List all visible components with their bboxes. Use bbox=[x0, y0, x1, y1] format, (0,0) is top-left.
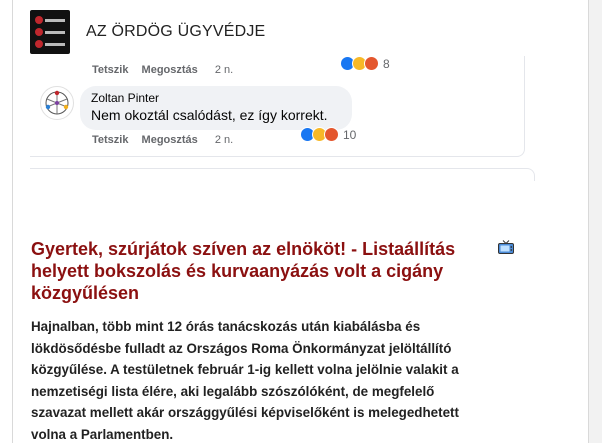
comment-age[interactable]: 2 n. bbox=[215, 134, 233, 146]
reaction-count: 10 bbox=[343, 128, 356, 142]
article-line: közgyűlése. A testületnek február 1-ig k… bbox=[31, 359, 511, 381]
like-link[interactable]: Tetszik bbox=[92, 134, 128, 146]
reaction-summary[interactable]: 10 bbox=[300, 127, 356, 142]
commenter-avatar[interactable] bbox=[40, 86, 74, 120]
article-line: lökdösődésbe fulladt az Országos Roma Ön… bbox=[31, 338, 511, 360]
article-line: nemzetiségi lista élére, aki legalább sz… bbox=[31, 381, 511, 403]
angry-reaction-icon bbox=[324, 127, 339, 142]
scrollbar-track[interactable] bbox=[589, 0, 602, 443]
logo-line bbox=[45, 31, 65, 34]
comment-actions: Tetszik Megosztás 2 n. bbox=[92, 134, 243, 146]
reaction-count: 8 bbox=[383, 57, 390, 71]
angry-reaction-icon bbox=[364, 56, 379, 71]
share-link[interactable]: Megosztás bbox=[142, 64, 198, 76]
blog-title[interactable]: AZ ÖRDÖG ÜGYVÉDJE bbox=[86, 23, 265, 41]
share-link[interactable]: Megosztás bbox=[142, 134, 198, 146]
comment-actions-top: Tetszik Megosztás 2 n. bbox=[92, 64, 243, 76]
article-title[interactable]: Gyertek, szúrjátok szíven az elnököt! - … bbox=[31, 238, 481, 304]
article-lead: Hajnalban, több mint 12 órás tanácskozás… bbox=[31, 316, 511, 445]
comment-text: Nem okoztál csalódást, ez így korrekt. bbox=[91, 107, 328, 123]
blog-logo-icon[interactable] bbox=[30, 10, 70, 54]
comment-bubble: Zoltan Pinter Nem okoztál csalódást, ez … bbox=[80, 86, 352, 130]
article-line: szavazat mellett akár országgyűlési képv… bbox=[31, 402, 511, 424]
reaction-summary-top[interactable]: 8 bbox=[340, 56, 390, 71]
logo-dot bbox=[35, 28, 43, 36]
article-line: volna a Parlamentben. bbox=[31, 424, 511, 445]
comment-author[interactable]: Zoltan Pinter bbox=[91, 91, 159, 105]
tv-icon[interactable] bbox=[498, 240, 514, 254]
comment-age[interactable]: 2 n. bbox=[215, 64, 233, 76]
logo-dot bbox=[35, 40, 43, 48]
logo-dot bbox=[35, 16, 43, 24]
logo-line bbox=[45, 43, 65, 46]
avatar-logo-icon bbox=[41, 87, 73, 119]
logo-line bbox=[45, 19, 65, 22]
blog-header: AZ ÖRDÖG ÜGYVÉDJE bbox=[30, 8, 265, 56]
facebook-comments-embed-next bbox=[30, 168, 535, 181]
page-frame-left bbox=[12, 0, 13, 443]
article-line: Hajnalban, több mint 12 órás tanácskozás… bbox=[31, 316, 511, 338]
like-link[interactable]: Tetszik bbox=[92, 64, 128, 76]
